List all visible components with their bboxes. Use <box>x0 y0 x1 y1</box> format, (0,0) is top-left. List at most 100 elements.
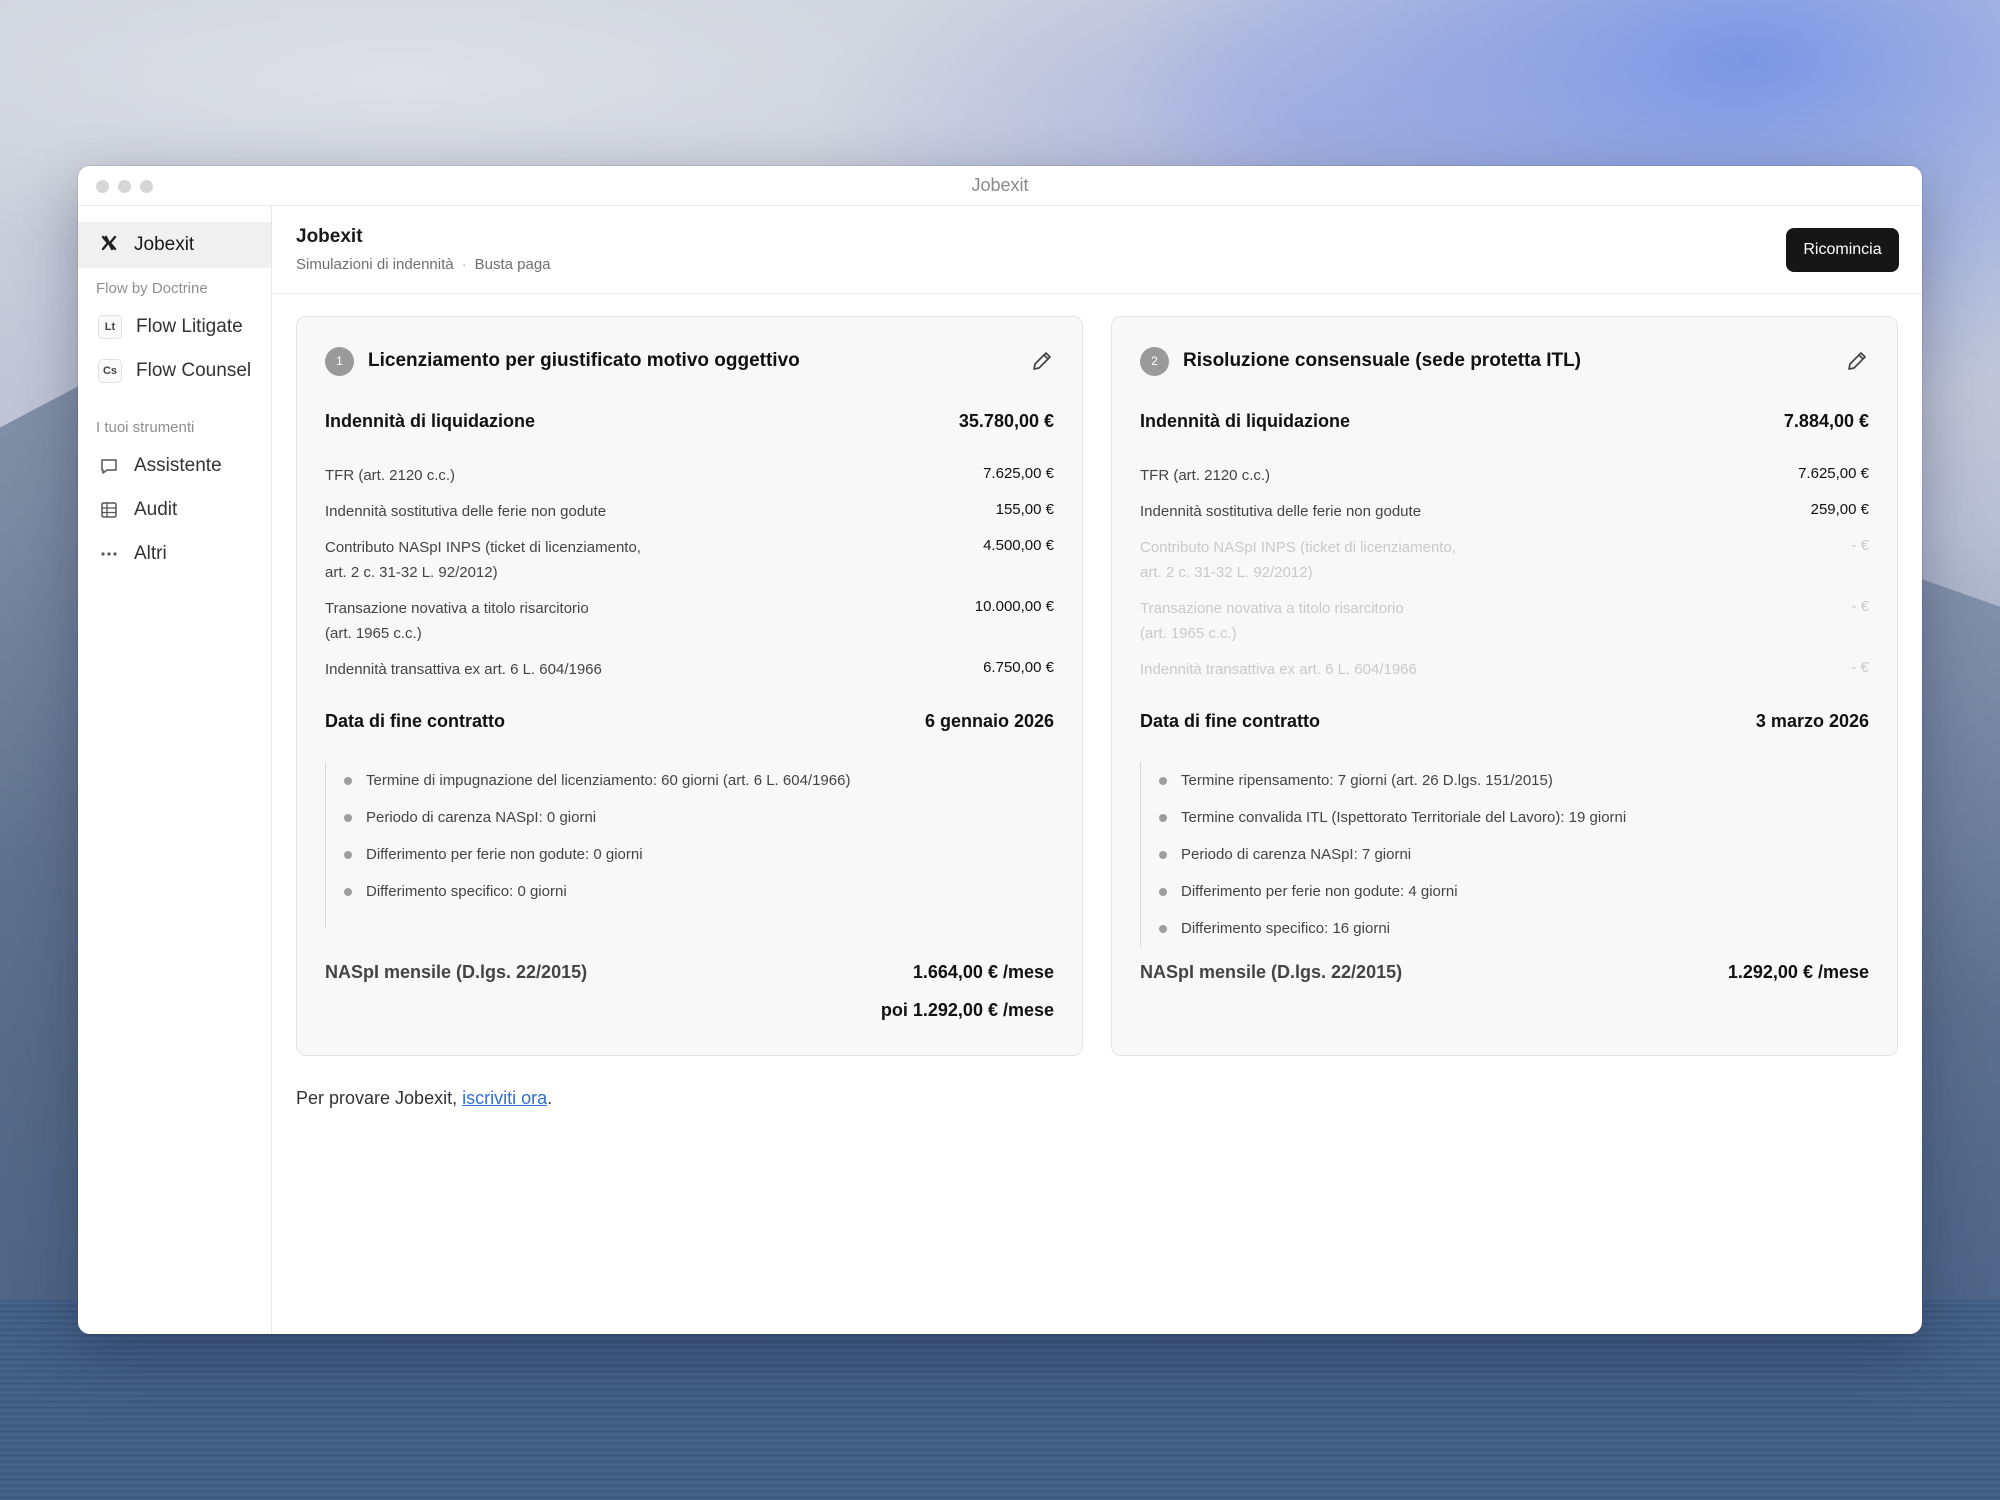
breadcrumb: Simulazioni di indennità · Busta paga <box>296 256 551 273</box>
list-item: Termine di impugnazione del licenziament… <box>344 762 1054 799</box>
app-window: Jobexit Jobexit Flow by Doctrine Lt Flow… <box>78 166 1922 1334</box>
breakdown-value: 10.000,00 € <box>974 598 1054 615</box>
breakdown-label: Contributo NASpI INPS (ticket di licenzi… <box>1140 539 1456 581</box>
sidebar-item-flow-litigate[interactable]: Lt Flow Litigate <box>78 305 271 349</box>
sidebar-item-assistente[interactable]: Assistente <box>78 444 271 488</box>
page-header: Jobexit Simulazioni di indennità · Busta… <box>273 206 1922 294</box>
severance-label: Indennità di liquidazione <box>325 411 535 431</box>
naspi-value: 1.292,00 € /mese <box>1727 962 1869 982</box>
breakdown-value: 259,00 € <box>1810 501 1869 518</box>
minimize-window-button[interactable] <box>118 180 131 193</box>
breakdown-label: TFR (art. 2120 c.c.) <box>1140 467 1271 484</box>
close-window-button[interactable] <box>96 180 109 193</box>
sidebar-item-label: Altri <box>134 543 167 564</box>
breadcrumb-separator: · <box>461 256 467 273</box>
sidebar-item-flow-counsel[interactable]: Cs Flow Counsel <box>78 349 271 393</box>
sidebar-section-title: Flow by Doctrine <box>96 280 208 297</box>
card-header: 1 Licenziamento per giustificato motivo … <box>325 345 1054 377</box>
signup-link[interactable]: iscriviti ora <box>462 1088 547 1108</box>
sidebar-item-jobexit[interactable]: Jobexit <box>78 222 271 268</box>
breakdown-row: Contributo NASpI INPS (ticket di licenzi… <box>325 535 1054 585</box>
counsel-badge-icon: Cs <box>98 359 122 383</box>
list-item: Differimento per ferie non godute: 0 gio… <box>344 836 1054 873</box>
naspi-label: NASpI mensile (D.lgs. 22/2015) <box>1140 962 1403 982</box>
zoom-window-button[interactable] <box>140 180 153 193</box>
signup-note-suffix: . <box>547 1088 553 1108</box>
list-item: Periodo di carenza NASpI: 0 giorni <box>344 799 1054 836</box>
naspi-value: 1.664,00 € /mese <box>912 962 1054 982</box>
breakdown-label: Transazione novativa a titolo risarcitor… <box>325 600 589 642</box>
breakdown-label: TFR (art. 2120 c.c.) <box>325 467 456 484</box>
list-item: Differimento specifico: 0 giorni <box>344 873 1054 910</box>
breakdown-row-disabled: Transazione novativa a titolo risarcitor… <box>1140 596 1869 646</box>
breakdown-row: Indennità sostitutiva delle ferie non go… <box>1140 499 1869 524</box>
severance-total-row: Indennità di liquidazione 35.780,00 € <box>325 411 1054 432</box>
simulation-card: 2 Risoluzione consensuale (sede protetta… <box>1111 316 1898 1056</box>
signup-note-text: Per provare Jobexit, <box>296 1088 463 1108</box>
breakdown-row: Indennità transattiva ex art. 6 L. 604/1… <box>325 657 1054 682</box>
breakdown-label: Indennità transattiva ex art. 6 L. 604/1… <box>1140 661 1417 678</box>
naspi-label: NASpI mensile (D.lgs. 22/2015) <box>325 962 588 982</box>
list-item: Differimento per ferie non godute: 4 gio… <box>1159 873 1869 910</box>
breakdown-value: 155,00 € <box>995 501 1054 518</box>
sidebar-item-label: Flow Litigate <box>136 316 243 337</box>
severance-label: Indennità di liquidazione <box>1140 411 1350 431</box>
breakdown-label: Contributo NASpI INPS (ticket di licenzi… <box>325 539 641 581</box>
breakdown-value: - € <box>1851 598 1869 615</box>
list-item: Differimento specifico: 16 giorni <box>1159 910 1869 947</box>
breakdown-row-disabled: Indennità transattiva ex art. 6 L. 604/1… <box>1140 657 1869 682</box>
breakdown-value: 4.500,00 € <box>983 537 1054 554</box>
edit-pencil-icon[interactable] <box>1845 349 1869 373</box>
signup-note: Per provare Jobexit, iscriviti ora. <box>296 1088 552 1109</box>
sidebar-section-title: I tuoi strumenti <box>96 419 195 436</box>
restart-button[interactable]: Ricomincia <box>1786 228 1899 272</box>
edit-pencil-icon[interactable] <box>1030 349 1054 373</box>
card-title: Licenziamento per giustificato motivo og… <box>368 350 800 371</box>
card-header: 2 Risoluzione consensuale (sede protetta… <box>1140 345 1869 377</box>
naspi-row: NASpI mensile (D.lgs. 22/2015) 1.664,00 … <box>325 962 1054 983</box>
main-content: Jobexit Simulazioni di indennità · Busta… <box>273 206 1922 1334</box>
breakdown-row: TFR (art. 2120 c.c.) 7.625,00 € <box>325 463 1054 488</box>
list-item: Termine convalida ITL (Ispettorato Terri… <box>1159 799 1869 836</box>
end-date-value: 6 gennaio 2026 <box>924 711 1054 731</box>
breakdown-value: 6.750,00 € <box>983 659 1054 676</box>
breadcrumb-item[interactable]: Busta paga <box>475 256 551 273</box>
end-date-label: Data di fine contratto <box>1140 711 1321 731</box>
sidebar-item-label: Assistente <box>134 455 222 476</box>
end-date-label: Data di fine contratto <box>325 711 506 731</box>
breakdown-value: - € <box>1851 537 1869 554</box>
window-controls <box>96 180 153 193</box>
list-item: Periodo di carenza NASpI: 7 giorni <box>1159 836 1869 873</box>
deadline-list: Termine di impugnazione del licenziament… <box>325 762 1054 928</box>
sidebar-item-label: Flow Counsel <box>136 360 252 381</box>
breadcrumb-item[interactable]: Simulazioni di indennità <box>296 256 454 273</box>
step-number: 1 <box>325 346 354 376</box>
breakdown-value: 7.625,00 € <box>983 465 1054 482</box>
naspi-row-followup: poi 1.292,00 € /mese <box>325 1000 1054 1021</box>
page-title: Jobexit <box>296 226 363 247</box>
breakdown-value: - € <box>1851 659 1869 676</box>
chat-bubble-icon <box>98 455 120 477</box>
severance-total-row: Indennità di liquidazione 7.884,00 € <box>1140 411 1869 432</box>
x-logo-icon <box>100 235 118 256</box>
breakdown-row: TFR (art. 2120 c.c.) 7.625,00 € <box>1140 463 1869 488</box>
sidebar-item-label: Audit <box>134 499 178 520</box>
naspi-value-followup: poi 1.292,00 € /mese <box>880 1000 1054 1020</box>
sidebar: Jobexit Flow by Doctrine Lt Flow Litigat… <box>78 206 272 1334</box>
window-title: Jobexit <box>971 175 1029 195</box>
end-date-row: Data di fine contratto 3 marzo 2026 <box>1140 711 1869 732</box>
table-icon <box>98 499 120 521</box>
step-number: 2 <box>1140 346 1169 376</box>
severance-total: 7.884,00 € <box>1783 411 1869 431</box>
breakdown-label: Indennità transattiva ex art. 6 L. 604/1… <box>325 661 602 678</box>
more-dots-icon <box>98 543 120 565</box>
breakdown-label: Indennità sostitutiva delle ferie non go… <box>325 503 607 520</box>
litigate-badge-icon: Lt <box>98 315 122 339</box>
end-date-row: Data di fine contratto 6 gennaio 2026 <box>325 711 1054 732</box>
breakdown-row: Indennità sostitutiva delle ferie non go… <box>325 499 1054 524</box>
sidebar-item-audit[interactable]: Audit <box>78 488 271 532</box>
sidebar-item-altri[interactable]: Altri <box>78 532 271 576</box>
deadline-list: Termine ripensamento: 7 giorni (art. 26 … <box>1140 762 1869 947</box>
breakdown-row-disabled: Contributo NASpI INPS (ticket di licenzi… <box>1140 535 1869 585</box>
sidebar-item-label: Jobexit <box>134 234 195 255</box>
